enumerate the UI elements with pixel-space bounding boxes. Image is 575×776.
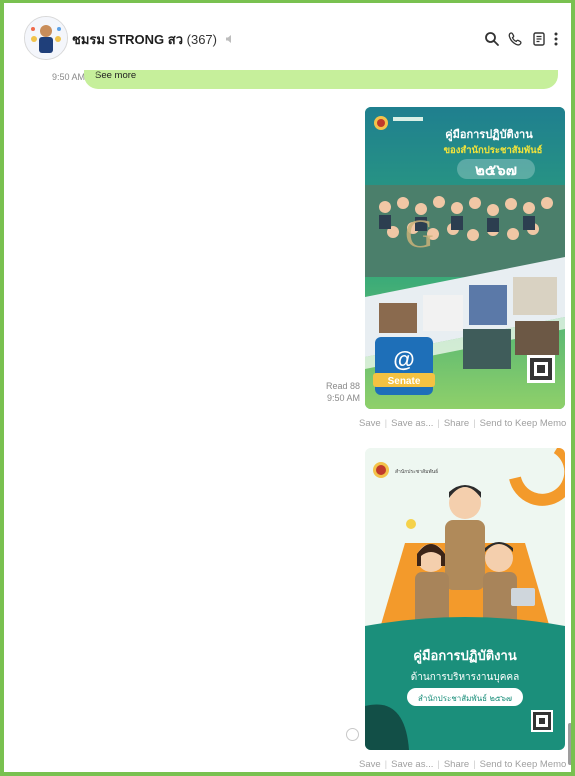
badge-text: Senate: [388, 376, 421, 387]
separator: |: [384, 418, 388, 429]
save-link[interactable]: Save: [359, 759, 381, 770]
badge-symbol: @: [393, 347, 414, 372]
reaction-icon[interactable]: [346, 728, 359, 741]
group-avatar[interactable]: [24, 16, 68, 60]
org-name: สำนักประชาสัมพันธ์: [395, 468, 438, 475]
phone-icon[interactable]: [507, 31, 523, 47]
separator: |: [437, 759, 440, 770]
svg-text:G: G: [405, 211, 434, 256]
poster-year: ๒๕๖๗: [475, 161, 517, 179]
message-list[interactable]: 9:50 AM See more › Read 88 9:50 AM G @ S…: [8, 70, 571, 772]
save-as-link[interactable]: Save as...: [391, 759, 433, 770]
separator: |: [473, 418, 476, 429]
notes-icon[interactable]: [531, 31, 547, 47]
chat-title[interactable]: ชมรม STRONG สว (367): [72, 29, 235, 50]
separator: |: [384, 759, 388, 770]
keep-memo-link[interactable]: Send to Keep Memo: [480, 418, 567, 429]
image-message[interactable]: สำนักประชาสัมพันธ์ คู่มือการปฏิบัติงาน ด…: [365, 448, 565, 750]
scrollbar-thumb[interactable]: [568, 723, 571, 765]
image-actions: Save | Save as... | Share | Send to Keep Memo: [359, 418, 566, 429]
poster-title-1: คู่มือการปฏิบัติงาน: [445, 128, 533, 142]
share-link[interactable]: Share: [444, 418, 469, 429]
image-message[interactable]: G @ Senate คู่มือการปฏิบัติงาน ของสำนักป…: [365, 107, 565, 409]
share-link[interactable]: Share: [444, 759, 469, 770]
see-more-bubble[interactable]: See more ›: [84, 70, 558, 89]
chat-name: ชมรม STRONG สว: [72, 32, 184, 47]
speaker-muted-icon: [225, 34, 235, 47]
member-count: (367): [186, 32, 217, 47]
poster2-title-2: ด้านการบริหารงานบุคคล: [411, 671, 519, 683]
image-actions: Save | Save as... | Share | Send to Keep Memo: [359, 759, 566, 770]
message-time: 9:50 AM: [326, 393, 360, 403]
separator: |: [473, 759, 476, 770]
prev-message-time: 9:50 AM: [51, 72, 85, 82]
message-meta: Read 88 9:50 AM: [322, 380, 360, 404]
separator: |: [437, 418, 440, 429]
keep-memo-link[interactable]: Send to Keep Memo: [480, 759, 567, 770]
poster2-title-1: คู่มือการปฏิบัติงาน: [413, 648, 517, 664]
app-window: ชมรม STRONG สว (367) 9:50 AM See more › …: [0, 0, 575, 776]
save-as-link[interactable]: Save as...: [391, 418, 433, 429]
search-icon[interactable]: [484, 31, 500, 47]
chat-header: ชมรม STRONG สว (367): [8, 6, 571, 70]
read-count: Read 88: [325, 381, 360, 391]
save-link[interactable]: Save: [359, 418, 381, 429]
more-icon[interactable]: [552, 31, 560, 47]
poster-title-2: ของสำนักประชาสัมพันธ์: [444, 144, 543, 156]
poster2-pill: สำนักประชาสัมพันธ์ ๒๕๖๗: [418, 693, 512, 703]
chevron-right-icon: ›: [95, 70, 99, 80]
